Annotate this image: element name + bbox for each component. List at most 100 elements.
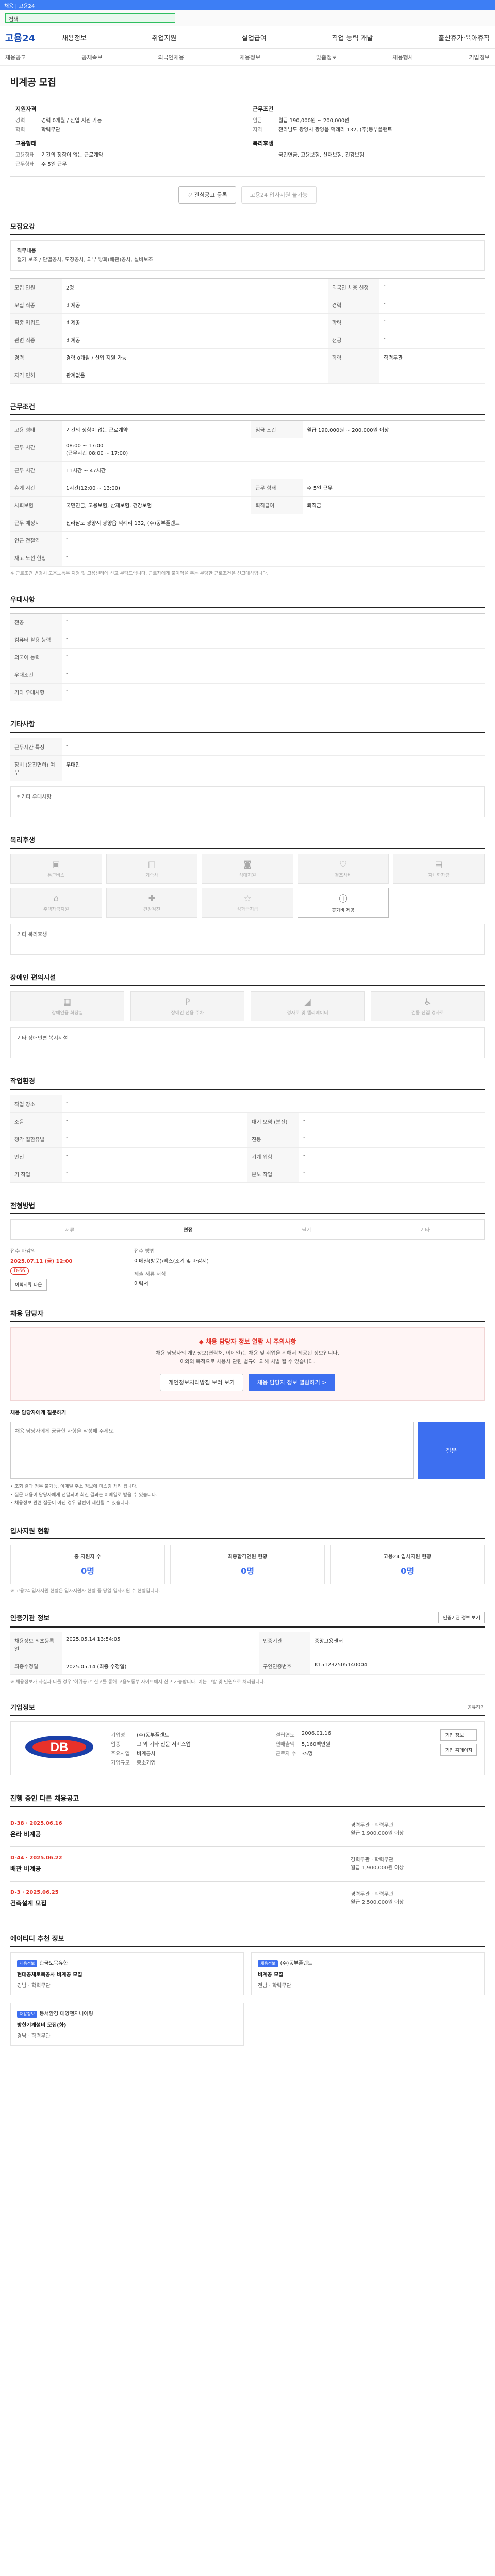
recommend-card[interactable]: 채용정보 동서환경 태양엔지니어링 방한기계설비 모집(화) 경남 · 학력무관 (10, 2002, 244, 2046)
table-row: 기 작업 - 분노 작업 - (10, 1165, 485, 1183)
subnav-item[interactable]: 채용정보 (240, 53, 260, 61)
tab-written[interactable]: 필기 (248, 1220, 366, 1239)
nav-item[interactable]: 실업급여 (242, 32, 267, 42)
kv-value: 전라남도 광양시 광양읍 덕례리 132, (주)동부플랜트 (278, 127, 392, 133)
subnav-item[interactable]: 기업정보 (469, 53, 489, 61)
agency-info-button[interactable]: 인증기관 정보 보기 (438, 1611, 485, 1623)
nav-item[interactable]: 출산휴가·육아휴직 (438, 32, 490, 42)
table-cell: 2025.05.14 (최종 수정일) (62, 1657, 259, 1675)
section-title-recommend: 에이티디 추천 정보 (10, 1933, 485, 1947)
qa-textarea[interactable] (10, 1422, 414, 1479)
table-cell: 2명 (62, 278, 328, 296)
recommend-card[interactable]: 채용정보 한국토목유한 현대공채토목공사 비계공 모집 경남 · 학력무관 (10, 1952, 244, 1995)
welfare-label: 경조사비 (335, 873, 352, 878)
job-name[interactable]: 배관 비계공 (10, 1864, 62, 1873)
table-row: 작업 장소 - (10, 1095, 485, 1113)
job-deadline: D-3 · 2025.06.25 (10, 1889, 59, 1895)
resume-download-button[interactable]: 이력서류 다운 (10, 1279, 47, 1291)
applicant-stats: 총 지원자 수 0명 최종합격인원 현황 0명 고용24 입사지원 현황 0명 (10, 1544, 485, 1584)
company-info-button[interactable]: 기업 정보 (440, 1728, 477, 1741)
tab-other[interactable]: 기타 (366, 1220, 485, 1239)
recommend-grid: 채용정보 한국토목유한 현대공채토목공사 비계공 모집 경남 · 학력무관 채용정… (10, 1952, 485, 2046)
reco-region: 경남 (17, 1982, 27, 1989)
vacation-icon: ⓘ (339, 894, 348, 904)
table-header-cell: 근무 형태 (251, 479, 303, 497)
job-name[interactable]: 건축설계 모집 (10, 1899, 59, 1907)
kv-value: 그 외 기타 전문 서비스업 (137, 1741, 191, 1748)
subnav-item[interactable]: 맞춤정보 (316, 53, 337, 61)
section-title-disability: 장애인 편의시설 (10, 972, 485, 986)
tab-interview[interactable]: 면접 (129, 1220, 248, 1239)
welfare-label: 식대지원 (239, 873, 256, 878)
table-row: 청각 질환유발 - 진동 - (10, 1130, 485, 1148)
table-header-cell: 외국어 능력 (10, 648, 62, 666)
job-item[interactable]: D-3 · 2025.06.25 건축설계 모집 경력무관 · 학력무관 월급 2,… (10, 1880, 485, 1916)
qa-submit-button[interactable]: 질문 (418, 1422, 485, 1479)
apply-button[interactable]: 고용24 입사지원 불가능 (241, 186, 317, 204)
disability-card: P 장애인 전용 주차 (130, 991, 244, 1021)
reco-title[interactable]: 방한기계설비 모집(화) (17, 2021, 237, 2028)
kv-value: 국민연금, 고용보험, 산재보험, 건강보험 (278, 152, 365, 158)
reco-edu: 학력무관 (31, 2033, 51, 2039)
view-contact-button[interactable]: 채용 담당자 정보 열람하기 > (248, 1374, 336, 1391)
reco-title[interactable]: 비계공 모집 (258, 1970, 478, 1978)
company-header: 기업정보 공유하기 (10, 1702, 485, 1716)
table-row: 자격 면허 관계없음 (10, 366, 485, 384)
nav-item[interactable]: 직업 능력 개발 (332, 32, 373, 42)
interest-button[interactable]: ♡ 관심공고 등록 (178, 186, 236, 204)
table-row: 우대조건 - (10, 666, 485, 684)
nav-item[interactable]: 채용정보 (62, 32, 87, 42)
subnav-item[interactable]: 채용행사 (392, 53, 413, 61)
table-header-cell: 자격 면허 (10, 366, 62, 384)
nav-item[interactable]: 취업지원 (152, 32, 177, 42)
section-title-method: 전형방법 (10, 1200, 485, 1214)
job-item[interactable]: D-44 · 2025.06.22 배관 비계공 경력무관 · 학력무관 월급 1,… (10, 1846, 485, 1881)
recommend-card[interactable]: 채용정보 (주)동부플랜트 비계공 모집 전남 · 학력무관 (251, 1952, 485, 1995)
welfare-card: ◙ 식대지원 (202, 854, 293, 884)
tab-document[interactable]: 서류 (11, 1220, 129, 1239)
table-header-cell: 컴퓨터 활용 능력 (10, 631, 62, 649)
company-homepage-button[interactable]: 기업 홈페이지 (440, 1743, 477, 1756)
table-cell: 비계공 (62, 296, 328, 314)
table-header-cell: 기타 우대사항 (10, 683, 62, 701)
reco-company: 동서환경 태양엔지니어링 (39, 2011, 93, 2017)
table-row: 최종수정일 2025.05.14 (최종 수정일) 구인인증번호 K151232505… (10, 1657, 485, 1675)
reco-edu: 학력무관 (31, 1982, 51, 1989)
global-nav: 채용정보 취업지원 실업급여 직업 능력 개발 출산휴가·육아휴직 (62, 32, 490, 42)
kv-value: 35명 (301, 1751, 313, 1757)
table-cell: - (380, 313, 485, 331)
kv-value: 경력 0개월 / 신입 지원 가능 (41, 118, 102, 124)
docs-value: 이력서 (134, 1281, 148, 1287)
subnav-item[interactable]: 공채속보 (81, 53, 102, 61)
section-title-welfare: 복리후생 (10, 835, 485, 849)
table-row: 장비 (운전면허) 여부 우대안 (10, 755, 485, 781)
privacy-policy-button[interactable]: 개인정보처리방침 보러 보기 (159, 1374, 243, 1391)
welfare-label: 주택자금지원 (43, 907, 69, 912)
table-row: 컴퓨터 활용 능력 - (10, 631, 485, 649)
education-icon: ▤ (435, 859, 443, 869)
subnav-item[interactable]: 채용공고 (5, 53, 26, 61)
table-header-cell: 퇴직급여 (251, 496, 303, 514)
table-header-cell: 기 작업 (10, 1165, 62, 1183)
kv-key: 지역 (253, 127, 262, 133)
table-row: 직종 키워드 비계공 학력 - (10, 313, 485, 331)
job-item[interactable]: D-38 · 2025.06.16 온라 비계공 경력무관 · 학력무관 월급 1,… (10, 1811, 485, 1846)
reco-title[interactable]: 현대공채토목공사 비계공 모집 (17, 1970, 237, 1978)
table-header-cell: 진동 (248, 1130, 299, 1148)
table-row: 외국어 능력 - (10, 648, 485, 666)
table-row: 전공 - (10, 613, 485, 631)
site-logo[interactable]: 고용24 (5, 31, 62, 44)
stat-label: 총 지원자 수 (74, 1554, 102, 1560)
welfare-card: ✚ 건강검진 (106, 888, 198, 918)
share-link[interactable]: 공유하기 (468, 1704, 485, 1710)
search-input[interactable]: 검색 (5, 13, 175, 23)
table-cell: - (62, 549, 485, 567)
subnav-item[interactable]: 외국인채용 (158, 53, 184, 61)
qa-form: 질문 (10, 1422, 485, 1479)
welfare-label: 성과급지급 (237, 907, 258, 912)
job-meta: 경력무관 · 학력무관 (351, 1857, 394, 1863)
table-row: 경력 경력 0개월 / 신입 지원 가능 학력 학력무관 (10, 348, 485, 366)
job-name[interactable]: 온라 비계공 (10, 1829, 62, 1838)
company-card: DB 기업명 (주)동부플랜트 업종 그 외 기타 전문 서비스업 주요사업 비계공사… (10, 1721, 485, 1775)
disability-card: ◢ 경사로 및 엘리베이터 (251, 991, 365, 1021)
